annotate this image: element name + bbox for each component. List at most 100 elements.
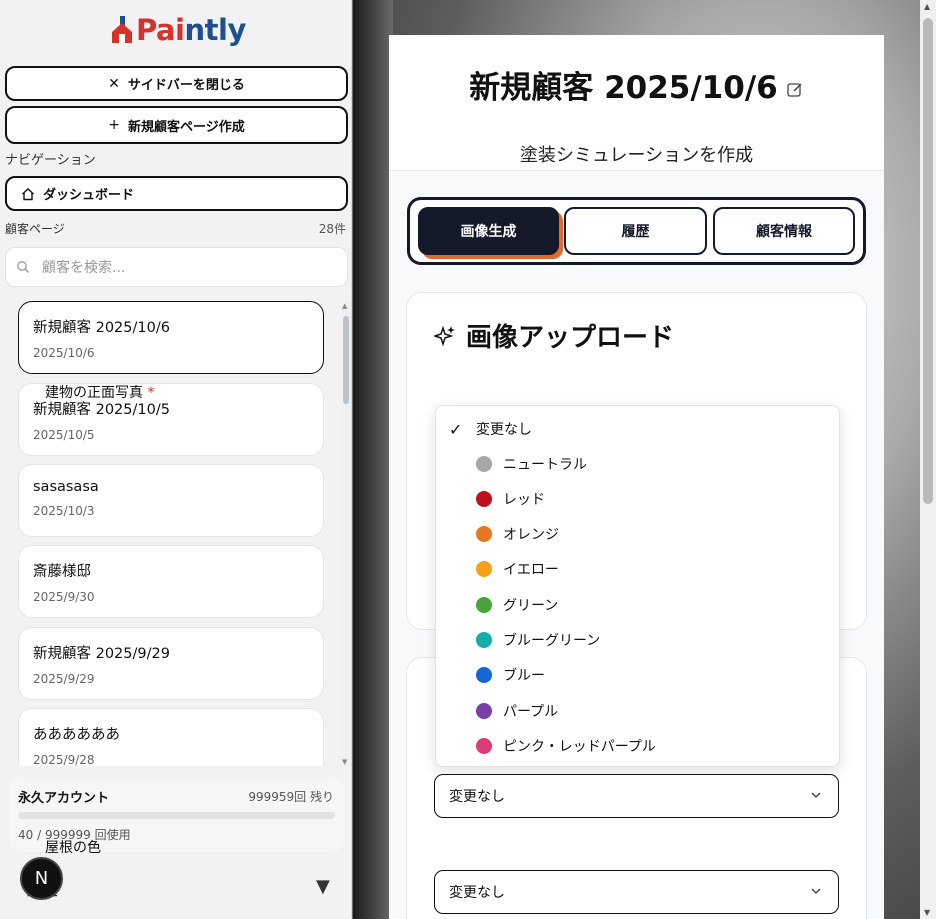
- customer-date: 2025/9/30: [33, 590, 95, 604]
- option-label: ニュートラル: [503, 457, 587, 473]
- color-option-no-change[interactable]: ✓ 変更なし: [436, 412, 841, 446]
- new-customer-page-button[interactable]: + 新規顧客ページ作成: [5, 106, 348, 144]
- new-customer-page-label: 新規顧客ページ作成: [127, 119, 245, 135]
- customer-date: 2025/10/3: [33, 504, 95, 518]
- scrollbar-thumb[interactable]: [343, 316, 349, 404]
- tab-customer-info[interactable]: 顧客情報: [713, 207, 855, 255]
- color-option-blue-green[interactable]: ブルーグリーン: [436, 623, 841, 657]
- remaining-count: 999959回 残り: [248, 790, 334, 804]
- color-option-neutral[interactable]: ニュートラル: [436, 447, 841, 481]
- close-sidebar-button[interactable]: ✕ サイドバーを閉じる: [5, 66, 348, 101]
- roof-color-label: 屋根の色: [45, 840, 101, 856]
- wall-color-value: 変更なし: [449, 789, 505, 805]
- color-option-green[interactable]: グリーン: [436, 588, 841, 622]
- house-brush-icon: [112, 16, 132, 43]
- customers-count: 28件: [318, 222, 346, 236]
- wall-color-select[interactable]: 変更なし: [434, 774, 839, 818]
- option-label: ブルー: [503, 668, 545, 684]
- plus-icon: +: [108, 117, 120, 133]
- chevron-down-icon: [811, 888, 821, 894]
- tab-history[interactable]: 履歴: [564, 207, 707, 255]
- scroll-up-icon[interactable]: ▲: [924, 2, 930, 11]
- color-swatch: [476, 703, 492, 719]
- customer-date: 2025/10/6: [33, 346, 95, 360]
- customer-name: sasasasa: [33, 479, 99, 495]
- option-label: レッド: [503, 492, 545, 508]
- front-photo-label: 建物の正面写真 *: [45, 382, 154, 402]
- close-icon: ✕: [108, 75, 120, 92]
- page-title: 新規顧客 2025/10/6: [389, 62, 884, 107]
- chevron-down-icon: [811, 792, 821, 798]
- color-swatch: [476, 667, 492, 683]
- customer-name: 斎藤様邸: [33, 564, 91, 580]
- customer-card[interactable]: sasasasa 2025/10/3: [18, 464, 324, 537]
- customer-date: 2025/9/28: [33, 753, 95, 766]
- page-header: 新規顧客 2025/10/6 塗装シミュレーションを作成: [389, 35, 884, 171]
- logo-text: Paintly: [136, 13, 246, 47]
- scroll-down-icon[interactable]: ▼: [342, 758, 347, 766]
- edit-icon[interactable]: [786, 81, 804, 99]
- customer-list-scrollbar[interactable]: ▲ ▼: [342, 302, 350, 766]
- scroll-down-icon[interactable]: ▼: [924, 908, 930, 917]
- scroll-up-icon[interactable]: ▲: [342, 302, 347, 310]
- color-swatch: [476, 738, 492, 754]
- option-label: グリーン: [503, 598, 559, 614]
- customer-date: 2025/10/5: [33, 428, 95, 442]
- roof-color-select[interactable]: 変更なし: [434, 870, 839, 914]
- roof-color-value: 変更なし: [449, 885, 505, 901]
- color-swatch: [476, 526, 492, 542]
- color-dropdown-menu: ✓ 変更なし ニュートラル レッド オレンジ イエロー グリーン ブルーグリーン…: [435, 405, 840, 767]
- customer-name: 新規顧客 2025/10/6: [33, 320, 170, 336]
- dashboard-button[interactable]: ダッシュボード: [5, 176, 348, 211]
- color-swatch: [476, 632, 492, 648]
- page-title-text: 新規顧客 2025/10/6: [469, 70, 778, 106]
- check-icon: ✓: [449, 419, 463, 439]
- search-icon: [17, 261, 29, 273]
- option-label: イエロー: [503, 562, 559, 578]
- customer-card[interactable]: 新規顧客 2025/10/6 2025/10/6: [18, 301, 324, 374]
- usage-bar: [18, 812, 335, 819]
- color-option-yellow[interactable]: イエロー: [436, 552, 841, 586]
- home-icon: [22, 187, 34, 200]
- option-label: オレンジ: [503, 527, 559, 543]
- page-subtitle: 塗装シミュレーションを作成: [519, 145, 754, 166]
- dashboard-label: ダッシュボード: [43, 188, 135, 203]
- caret-down-icon[interactable]: ▼: [316, 876, 330, 897]
- front-photo-label-text: 建物の正面写真: [45, 385, 143, 401]
- color-swatch: [476, 561, 492, 577]
- sparkles-icon: [434, 325, 455, 346]
- color-swatch: [476, 491, 492, 507]
- customer-list: 新規顧客 2025/10/6 2025/10/6 新規顧客 2025/10/5 …: [0, 298, 342, 766]
- customer-card[interactable]: 斎藤様邸 2025/9/30: [18, 545, 324, 618]
- color-option-pink-red-purple[interactable]: ピンク・レッドパープル: [436, 729, 841, 763]
- color-option-purple[interactable]: パープル: [436, 694, 841, 728]
- page-scrollbar-thumb[interactable]: [923, 18, 933, 504]
- tab-bar: 画像生成 履歴 顧客情報: [407, 197, 866, 265]
- required-mark: *: [147, 385, 155, 401]
- color-swatch: [476, 597, 492, 613]
- color-option-orange[interactable]: オレンジ: [436, 517, 841, 551]
- upload-section-title: 画像アップロード: [434, 317, 674, 354]
- customers-heading: 顧客ページ: [5, 222, 65, 236]
- option-label: ブルーグリーン: [503, 633, 601, 649]
- tab-image-generation[interactable]: 画像生成: [418, 207, 559, 255]
- customer-date: 2025/9/29: [33, 672, 95, 686]
- option-label: 変更なし: [476, 422, 532, 438]
- color-option-red[interactable]: レッド: [436, 482, 841, 516]
- search-placeholder: 顧客を検索...: [42, 260, 126, 276]
- color-option-blue[interactable]: ブルー: [436, 658, 841, 692]
- navigation-heading: ナビゲーション: [5, 153, 96, 168]
- customer-card[interactable]: ああああああ 2025/9/28: [18, 708, 324, 766]
- option-label: パープル: [503, 704, 559, 720]
- paintly-logo[interactable]: Paintly: [110, 6, 246, 54]
- sidebar: Paintly ✕ サイドバーを閉じる + 新規顧客ページ作成 ナビゲーション …: [0, 0, 352, 919]
- next-dev-badge[interactable]: N: [20, 857, 63, 900]
- customer-name: 新規顧客 2025/9/29: [33, 646, 170, 662]
- option-label: ピンク・レッドパープル: [503, 739, 656, 755]
- page-scrollbar[interactable]: ▲ ▼: [920, 0, 936, 919]
- upload-title-text: 画像アップロード: [466, 323, 675, 353]
- customer-name: ああああああ: [33, 727, 120, 743]
- color-swatch: [476, 456, 492, 472]
- customer-card[interactable]: 新規顧客 2025/9/29 2025/9/29: [18, 627, 324, 700]
- customer-search-input[interactable]: 顧客を検索...: [5, 247, 348, 287]
